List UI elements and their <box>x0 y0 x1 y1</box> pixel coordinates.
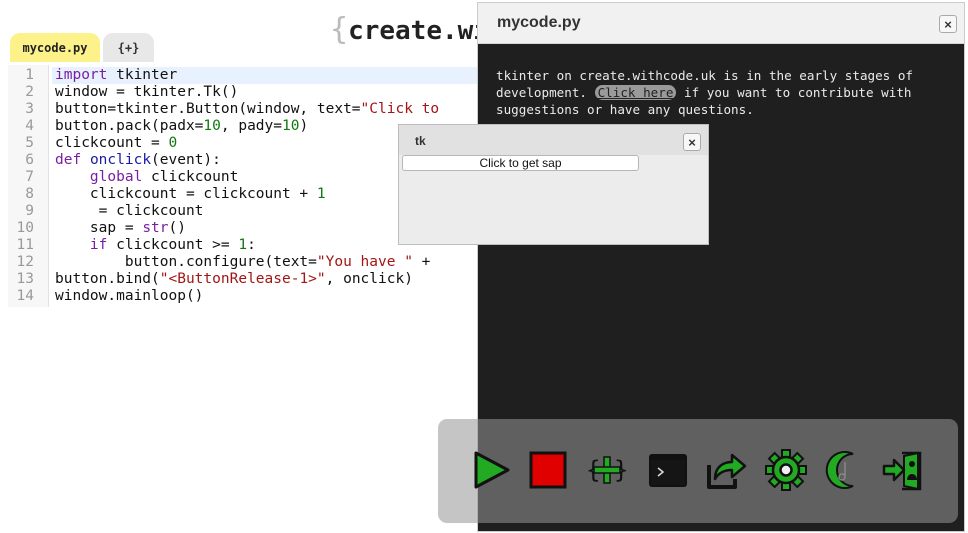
line-number: 1 <box>25 67 34 83</box>
tk-window-title: tk <box>415 134 426 148</box>
line-number: 4 <box>25 118 34 134</box>
code-line[interactable]: button.pack(padx=10, pady=10) <box>55 118 308 135</box>
contribute-link[interactable]: Click here <box>594 85 677 100</box>
tk-close-icon[interactable]: × <box>683 133 701 151</box>
code-line[interactable]: button.bind("<ButtonRelease-1>", onclick… <box>55 271 413 288</box>
code-line[interactable]: = clickcount <box>55 203 204 220</box>
code-line[interactable]: window.mainloop() <box>55 288 203 305</box>
code-line[interactable]: sap = str() <box>55 220 186 237</box>
code-line[interactable]: clickcount = 0 <box>55 135 177 152</box>
line-number: 9 <box>25 203 34 219</box>
code-line[interactable]: button=tkinter.Button(window, text="Clic… <box>55 101 439 118</box>
output-message: tkinter on create.withcode.uk is in the … <box>496 67 946 118</box>
stop-icon[interactable] <box>527 449 569 491</box>
line-number: 10 <box>16 220 34 236</box>
toolbar: { } <box>438 419 958 523</box>
line-number: 14 <box>16 288 34 304</box>
code-line[interactable]: def onclick(event): <box>55 152 221 169</box>
run-icon[interactable] <box>470 449 512 491</box>
console-icon[interactable] <box>647 449 689 491</box>
code-line[interactable]: button.configure(text="You have " + <box>55 254 431 271</box>
new-tab-icon[interactable]: { } <box>586 449 628 491</box>
tk-window-titlebar[interactable]: tk × <box>399 125 708 155</box>
code-line[interactable]: global clickcount <box>55 169 238 186</box>
code-line[interactable]: import tkinter <box>52 67 488 84</box>
line-number: 5 <box>25 135 34 151</box>
line-number: 13 <box>16 271 34 287</box>
site-title-brace: { <box>330 12 349 47</box>
settings-icon[interactable] <box>765 449 807 491</box>
site-title: {create.wi <box>330 12 489 47</box>
theme-icon[interactable] <box>823 449 865 491</box>
site-title-text: create.wi <box>348 16 489 46</box>
line-number: 8 <box>25 186 34 202</box>
code-line[interactable]: clickcount = clickcount + 1 <box>55 186 326 203</box>
close-icon[interactable]: × <box>939 15 957 33</box>
tab-mycode-py[interactable]: mycode.py <box>10 33 100 62</box>
output-panel-header[interactable]: mycode.py × <box>478 3 964 44</box>
login-icon[interactable] <box>882 449 924 491</box>
new-tab-button[interactable]: {+} <box>103 33 154 62</box>
line-number: 7 <box>25 169 34 185</box>
output-panel-title: mycode.py <box>497 14 581 31</box>
code-line[interactable]: if clickcount >= 1: <box>55 237 256 254</box>
tk-click-button[interactable]: Click to get sap <box>402 155 639 171</box>
line-number: 6 <box>25 152 34 168</box>
line-number: 2 <box>25 84 34 100</box>
line-number: 11 <box>16 237 34 253</box>
code-line[interactable]: window = tkinter.Tk() <box>55 84 238 101</box>
share-icon[interactable] <box>705 449 747 491</box>
line-number: 12 <box>16 254 34 270</box>
tk-window: tk × Click to get sap <box>398 124 709 245</box>
line-number: 3 <box>25 101 34 117</box>
